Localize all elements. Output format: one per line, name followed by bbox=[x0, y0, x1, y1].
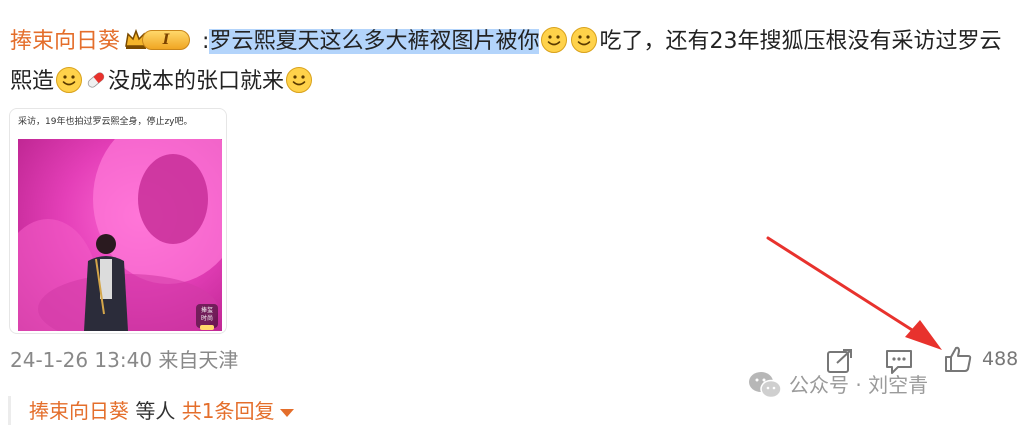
view-replies-link[interactable]: 共1条回复 bbox=[182, 399, 275, 423]
comment-meta: 24-1-26 13:40 来自天津 bbox=[10, 344, 238, 373]
reply-summary: 捧束向日葵 等人 共1条回复 bbox=[8, 396, 295, 425]
wechat-watermark: 公众号 · 刘空青 bbox=[747, 368, 928, 402]
smile-emoji-icon bbox=[571, 27, 598, 53]
smile-emoji-icon bbox=[56, 67, 83, 93]
photo-scene bbox=[18, 139, 222, 331]
wechat-icon bbox=[749, 371, 782, 398]
badge-level: I bbox=[142, 30, 191, 50]
reply-others: 等人 bbox=[129, 399, 182, 423]
comment-text-part3: 没成本的张口就来 bbox=[108, 69, 285, 94]
comment-username[interactable]: 捧束向日葵 bbox=[10, 29, 120, 54]
thumbnail-caption: 采访，19年也拍过罗云熙全身，停止zy吧。 bbox=[18, 117, 193, 127]
selected-text: 罗云熙夏天这么多大裤衩图片被你 bbox=[209, 29, 540, 54]
watermark-line2: 时尚 bbox=[200, 315, 213, 322]
thumbs-up-icon[interactable] bbox=[943, 345, 973, 373]
reply-username[interactable]: 捧束向日葵 bbox=[29, 399, 129, 423]
like-count: 488 bbox=[982, 348, 1019, 370]
comment-image-thumbnail[interactable]: 采访，19年也拍过罗云熙全身，停止zy吧。 捧玺 时尚 bbox=[9, 108, 227, 334]
watermark-line1: 捧玺 bbox=[200, 307, 213, 314]
source-location: 来自天津 bbox=[158, 348, 239, 372]
pill-emoji-icon bbox=[87, 72, 105, 88]
timestamp: 24-1-26 13:40 bbox=[10, 348, 153, 372]
watermark-text: 公众号 · 刘空青 bbox=[789, 373, 929, 397]
thumbnail-watermark: 捧玺 时尚 bbox=[196, 304, 218, 330]
comment-body: 捧束向日葵 I :罗云熙夏天这么多大裤衩图片被你 吃了，还有23年搜狐压根没有采… bbox=[10, 22, 1010, 102]
member-badge[interactable]: I bbox=[124, 26, 194, 54]
smile-emoji-icon bbox=[541, 27, 568, 53]
thumbnail-photo: 捧玺 时尚 bbox=[18, 139, 222, 331]
chevron-down-icon[interactable] bbox=[280, 408, 295, 417]
smile-emoji-icon bbox=[286, 67, 313, 93]
